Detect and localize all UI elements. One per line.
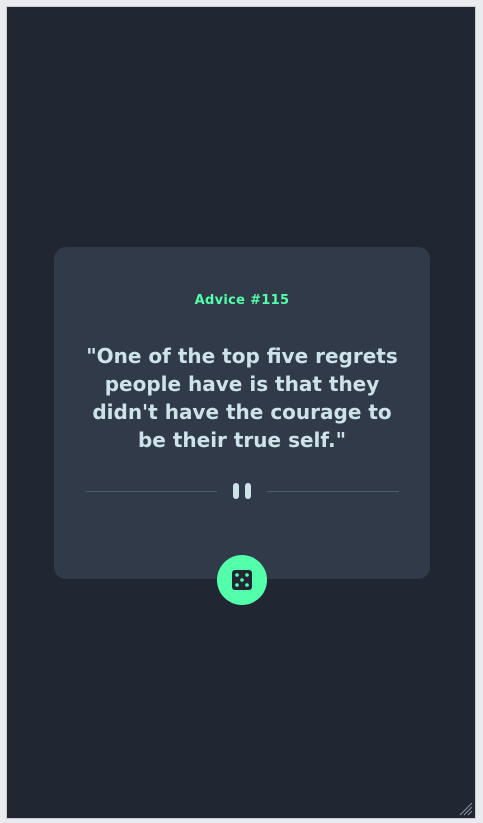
advice-number: Advice #115 xyxy=(194,293,290,308)
new-advice-button[interactable] xyxy=(217,555,267,605)
resize-grip-icon[interactable] xyxy=(457,800,473,816)
advice-card: Advice #115 "One of the top five regrets… xyxy=(54,247,430,579)
app-frame: Advice #115 "One of the top five regrets… xyxy=(6,6,476,819)
pattern-divider xyxy=(85,483,399,499)
pause-icon xyxy=(233,483,251,499)
divider-line-right xyxy=(267,491,399,492)
advice-quote: "One of the top five regrets people have… xyxy=(86,344,398,452)
dice-icon xyxy=(232,570,252,590)
divider-line-left xyxy=(85,491,217,492)
